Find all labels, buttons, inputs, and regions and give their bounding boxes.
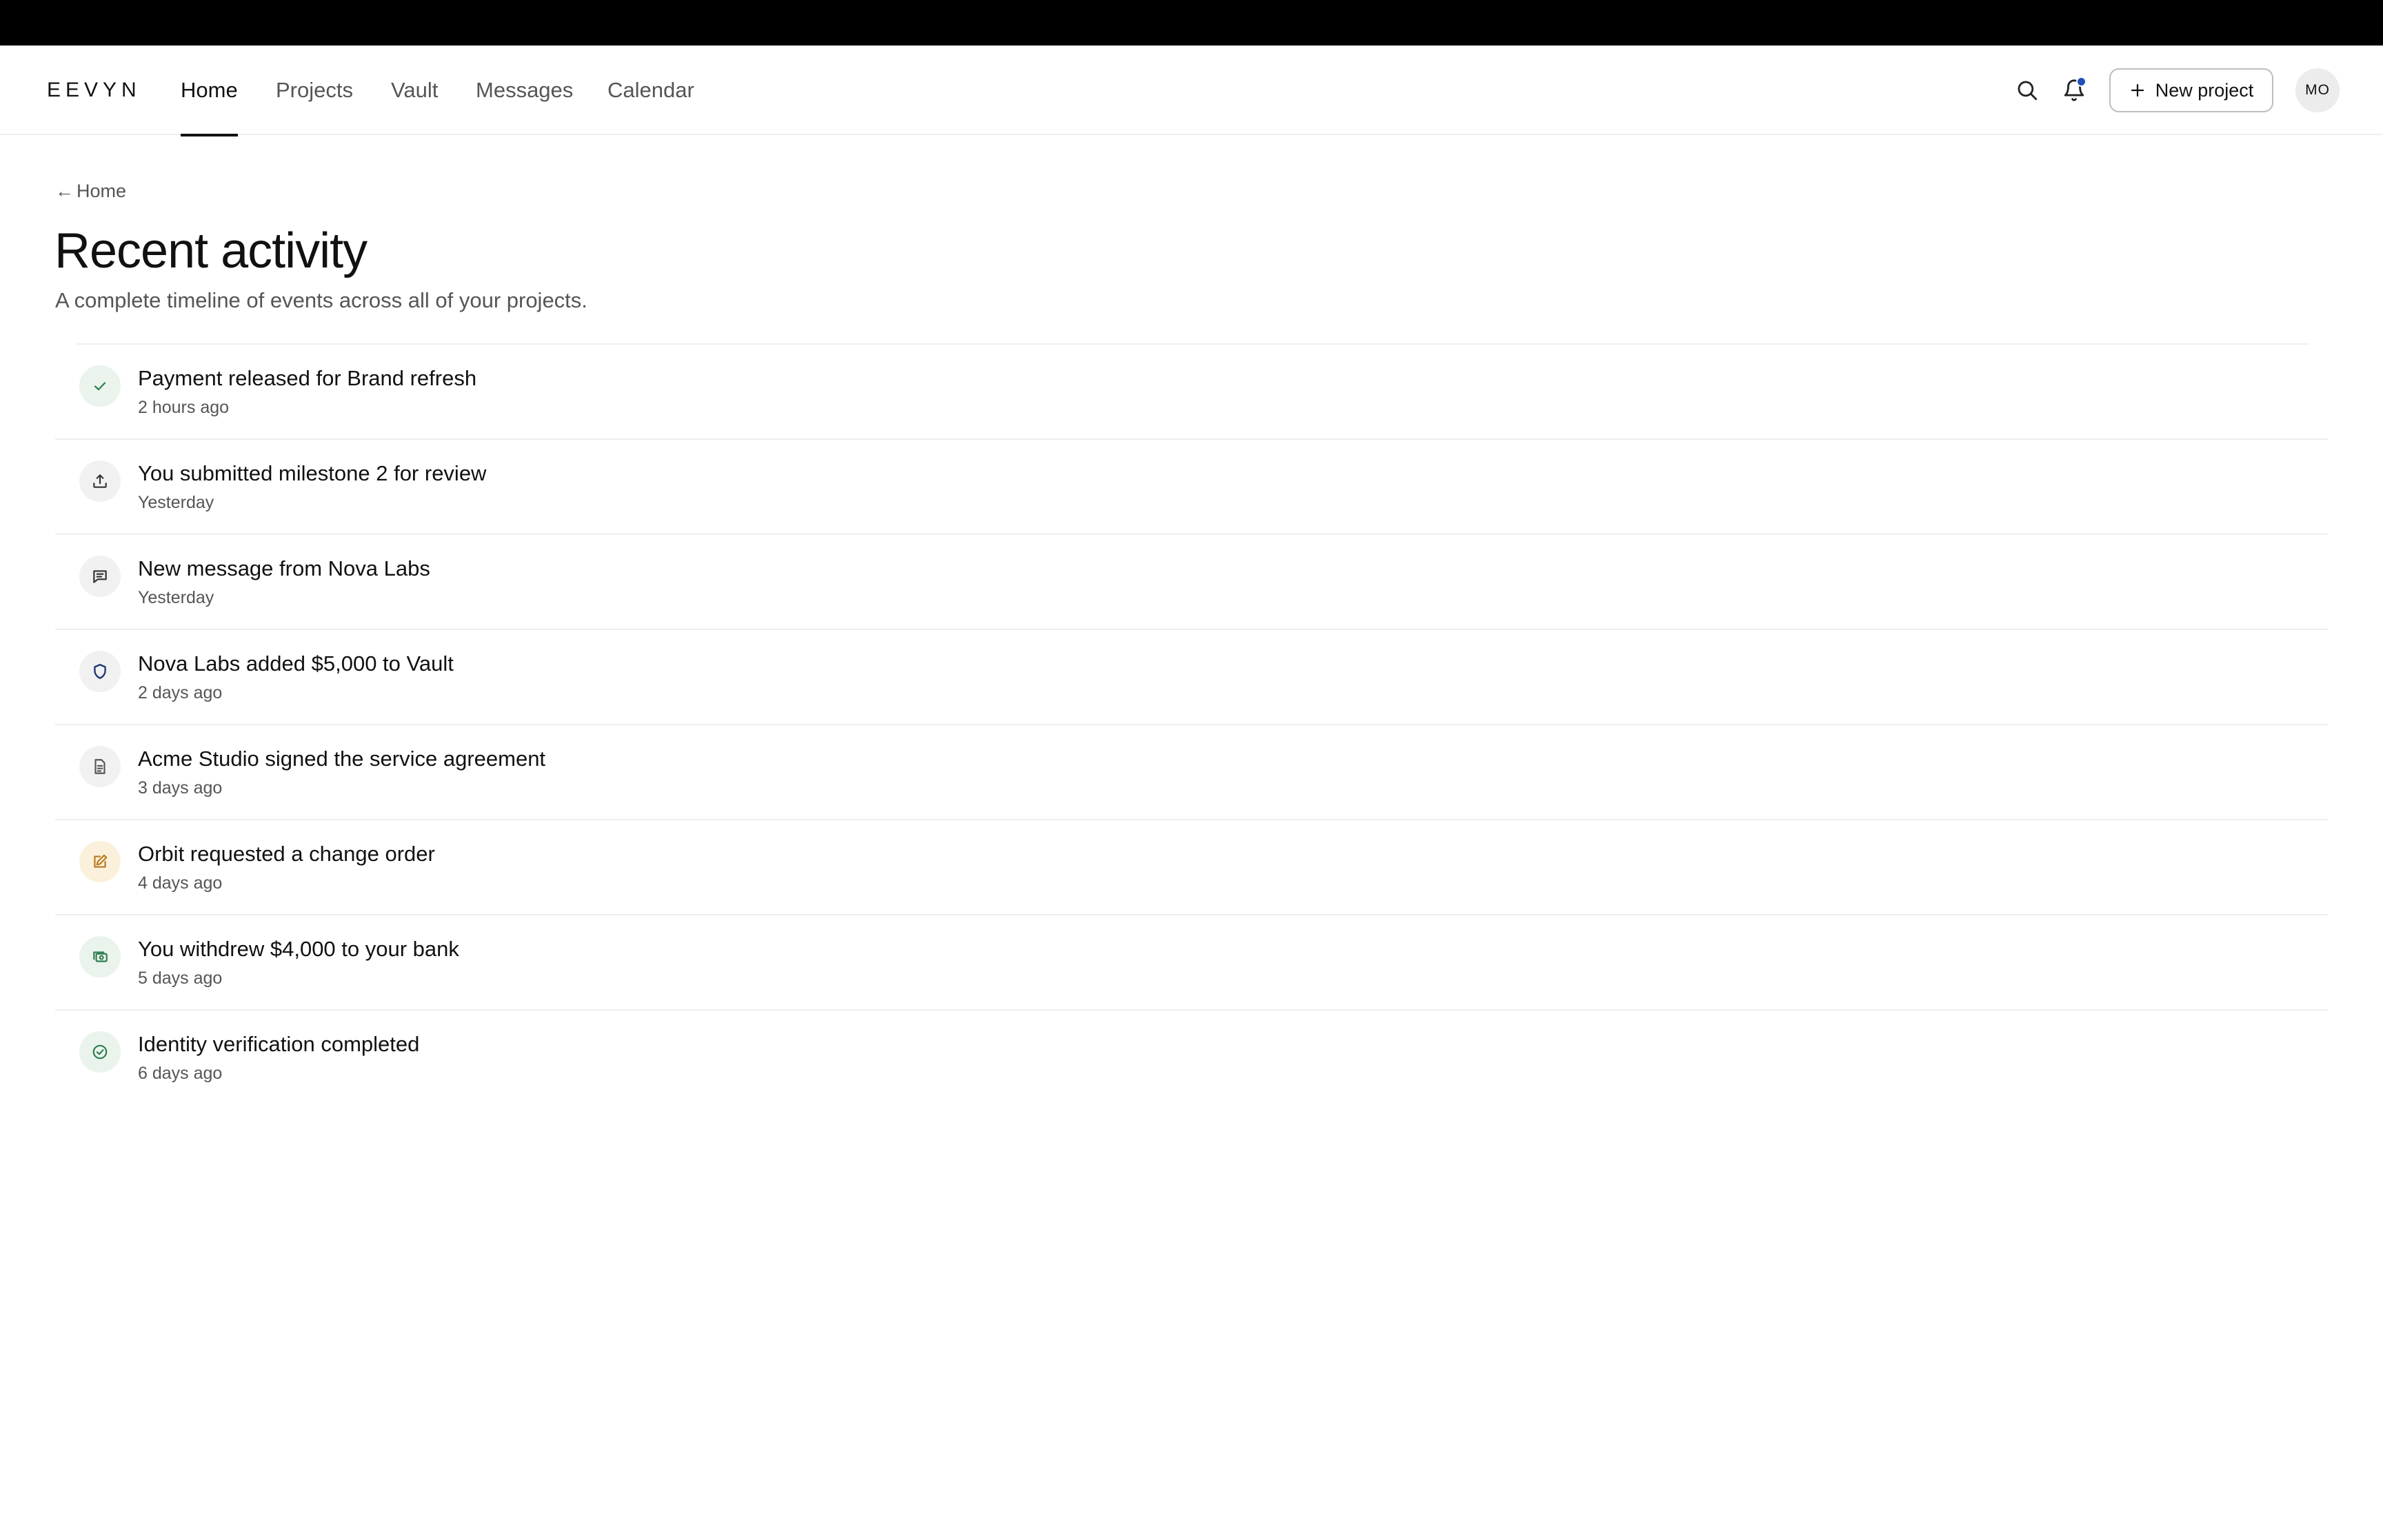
- message-icon: [93, 570, 107, 583]
- activity-time: Yesterday: [138, 588, 214, 607]
- tab-vault[interactable]: Vault: [391, 45, 438, 135]
- search-button[interactable]: [2008, 71, 2047, 110]
- page-subtitle: A complete timeline of events across all…: [55, 288, 587, 312]
- upload-icon: [93, 474, 107, 488]
- cash-icon: [93, 951, 108, 962]
- activity-title: You withdrew $4,000 to your bank: [138, 937, 459, 961]
- activity-item[interactable]: Payment released for Brand refresh 2 hou…: [55, 345, 2328, 440]
- tab-calendar[interactable]: Calendar: [607, 45, 694, 135]
- activity-item[interactable]: New message from Nova Labs Yesterday: [55, 535, 2328, 630]
- avatar-initials: MO: [2305, 82, 2330, 98]
- notification-dot: [2076, 77, 2087, 87]
- new-project-label: New project: [2155, 79, 2254, 101]
- activity-time: 2 hours ago: [138, 398, 230, 417]
- activity-time: Yesterday: [138, 493, 214, 512]
- activity-icon-badge: [79, 651, 121, 692]
- activity-item[interactable]: Acme Studio signed the service agreement…: [55, 725, 2328, 820]
- page-title: Recent activity: [54, 223, 368, 278]
- activity-icon-badge: [79, 746, 121, 787]
- activity-icon-badge: [79, 841, 121, 882]
- check-circle-icon: [92, 1044, 108, 1060]
- tab-projects-label: Projects: [276, 78, 353, 102]
- activity-item[interactable]: Nova Labs added $5,000 to Vault 2 days a…: [55, 630, 2328, 725]
- activity-title: New message from Nova Labs: [138, 556, 430, 580]
- avatar[interactable]: MO: [2295, 68, 2340, 112]
- activity-item[interactable]: Identity verification completed 6 days a…: [55, 1011, 2328, 1106]
- activity-time: 5 days ago: [138, 969, 223, 988]
- plus-icon: [2131, 83, 2144, 97]
- activity-title: Payment released for Brand refresh: [138, 366, 477, 390]
- breadcrumb[interactable]: ← Home: [55, 181, 126, 202]
- activity-icon-badge: [79, 556, 121, 597]
- edit-icon: [94, 854, 108, 868]
- notifications-button[interactable]: [2055, 71, 2093, 110]
- activity-title: Acme Studio signed the service agreement: [138, 747, 546, 771]
- active-tab-indicator: [181, 134, 238, 136]
- tab-home[interactable]: Home: [181, 45, 238, 136]
- tab-vault-label: Vault: [391, 78, 439, 102]
- tab-home-label: Home: [181, 78, 238, 102]
- tab-calendar-label: Calendar: [607, 78, 694, 102]
- document-icon: [94, 759, 105, 774]
- check-icon: [94, 382, 106, 391]
- activity-title: Nova Labs added $5,000 to Vault: [138, 651, 454, 676]
- activity-title: Orbit requested a change order: [138, 842, 435, 866]
- activity-item[interactable]: You submitted milestone 2 for review Yes…: [55, 440, 2328, 535]
- tab-projects[interactable]: Projects: [276, 45, 353, 135]
- search-icon: [2018, 81, 2038, 101]
- activity-item[interactable]: Orbit requested a change order 4 days ag…: [55, 820, 2328, 915]
- activity-time: 2 days ago: [138, 683, 223, 702]
- breadcrumb-label: Home: [77, 181, 127, 201]
- activity-icon-badge: [79, 365, 121, 407]
- brand-logo[interactable]: EEVYN: [47, 45, 141, 135]
- activity-list: Payment released for Brand refresh 2 hou…: [55, 345, 2328, 1106]
- activity-time: 3 days ago: [138, 778, 223, 798]
- activity-title: You submitted milestone 2 for review: [138, 461, 487, 485]
- activity-item[interactable]: You withdrew $4,000 to your bank 5 days …: [55, 915, 2328, 1011]
- activity-icon-badge: [79, 936, 121, 977]
- activity-time: 6 days ago: [138, 1064, 223, 1083]
- shield-icon: [94, 664, 106, 679]
- activity-icon-badge: [79, 460, 121, 502]
- back-arrow-icon: ←: [55, 181, 74, 201]
- top-navigation: EEVYN Home Projects Vault Messages Calen…: [0, 45, 2383, 136]
- new-project-button[interactable]: New project: [2109, 68, 2273, 112]
- activity-time: 4 days ago: [138, 873, 223, 893]
- top-black-bar: [0, 0, 2383, 45]
- tab-messages[interactable]: Messages: [476, 45, 573, 135]
- activity-icon-badge: [79, 1031, 121, 1073]
- activity-title: Identity verification completed: [138, 1032, 420, 1056]
- tab-messages-label: Messages: [476, 78, 574, 102]
